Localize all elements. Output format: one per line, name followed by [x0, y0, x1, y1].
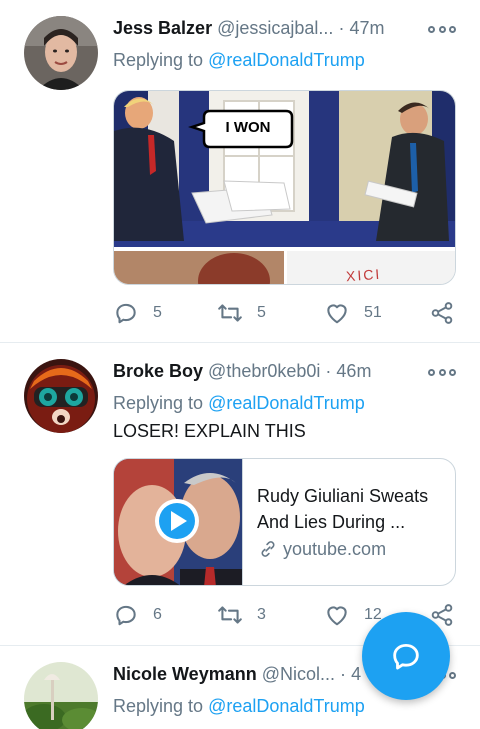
replying-to-label: Replying to — [113, 50, 204, 70]
tweet-header: Broke Boy @thebr0keb0i · 46m — [113, 359, 371, 383]
separator-dot: · — [325, 361, 332, 381]
timestamp[interactable]: 46m — [336, 361, 371, 381]
heart-icon — [327, 606, 347, 626]
compose-reply-button[interactable] — [362, 612, 450, 700]
timestamp[interactable]: 47m — [349, 18, 384, 38]
mention-link[interactable]: @realDonaldTrump — [208, 696, 365, 716]
user-handle[interactable]: @jessicajbal... — [217, 18, 333, 38]
separator-dot: · — [340, 664, 347, 684]
avatar[interactable] — [24, 662, 98, 729]
mention-link[interactable]: @realDonaldTrump — [208, 393, 365, 413]
tweet-text: LOSER! EXPLAIN THIS — [113, 421, 306, 441]
replying-to-label: Replying to — [113, 393, 204, 413]
avatar[interactable] — [24, 16, 98, 90]
link-card[interactable]: Rudy Giuliani Sweats And Lies During ...… — [113, 458, 456, 586]
replying-to-line: Replying to @realDonaldTrump — [113, 391, 365, 415]
mention-link[interactable]: @realDonaldTrump — [208, 50, 365, 70]
reply-count: 6 — [153, 606, 162, 623]
avatar[interactable] — [24, 359, 98, 433]
reply-icon — [116, 303, 136, 324]
like-button[interactable]: 51 — [324, 298, 382, 328]
share-icon — [431, 302, 453, 324]
tweet-actions: 5 5 51 — [113, 298, 458, 328]
compose-reply-icon — [393, 643, 419, 670]
share-button[interactable] — [429, 298, 455, 328]
link-card-title: Rudy Giuliani Sweats And Lies During ... — [257, 486, 429, 532]
display-name[interactable]: Broke Boy — [113, 361, 203, 381]
more-icon[interactable] — [428, 365, 456, 379]
tweet-image[interactable]: I WON XICI — [113, 90, 456, 285]
reply-button[interactable]: 6 — [113, 600, 162, 630]
display-name[interactable]: Jess Balzer — [113, 18, 212, 38]
reply-icon — [116, 605, 136, 626]
tweet-2[interactable]: Broke Boy @thebr0keb0i · 46m Replying to… — [0, 343, 480, 645]
like-count: 51 — [364, 304, 382, 321]
tweet-1[interactable]: Jess Balzer @jessicajbal... · 47m Replyi… — [0, 0, 480, 342]
reply-count: 5 — [153, 304, 162, 321]
link-card-thumbnail — [114, 459, 242, 585]
timestamp[interactable]: 4 — [351, 664, 361, 684]
retweet-count: 5 — [257, 304, 266, 321]
link-icon — [261, 541, 275, 557]
user-handle[interactable]: @thebr0keb0i — [208, 361, 320, 381]
replying-to-line: Replying to @realDonaldTrump — [113, 694, 365, 718]
retweet-icon — [218, 606, 242, 624]
retweet-icon — [218, 304, 242, 322]
retweet-button[interactable]: 3 — [217, 600, 266, 630]
display-name[interactable]: Nicole Weymann — [113, 664, 257, 684]
replying-to-line: Replying to @realDonaldTrump — [113, 48, 365, 72]
more-icon[interactable] — [428, 22, 456, 36]
reply-button[interactable]: 5 — [113, 298, 162, 328]
replying-to-label: Replying to — [113, 696, 204, 716]
heart-icon — [327, 304, 347, 324]
link-card-domain: youtube.com — [257, 537, 386, 561]
tweet-header: Jess Balzer @jessicajbal... · 47m — [113, 16, 384, 40]
tweet-header: Nicole Weymann @Nicol... · 4 — [113, 662, 361, 686]
retweet-count: 3 — [257, 606, 266, 623]
separator-dot: · — [338, 18, 345, 38]
retweet-button[interactable]: 5 — [217, 298, 266, 328]
speech-bubble-text: I WON — [225, 119, 271, 136]
image-bottom-text: XICI — [345, 265, 382, 285]
user-handle[interactable]: @Nicol... — [262, 664, 335, 684]
link-domain-text: youtube.com — [283, 539, 387, 559]
